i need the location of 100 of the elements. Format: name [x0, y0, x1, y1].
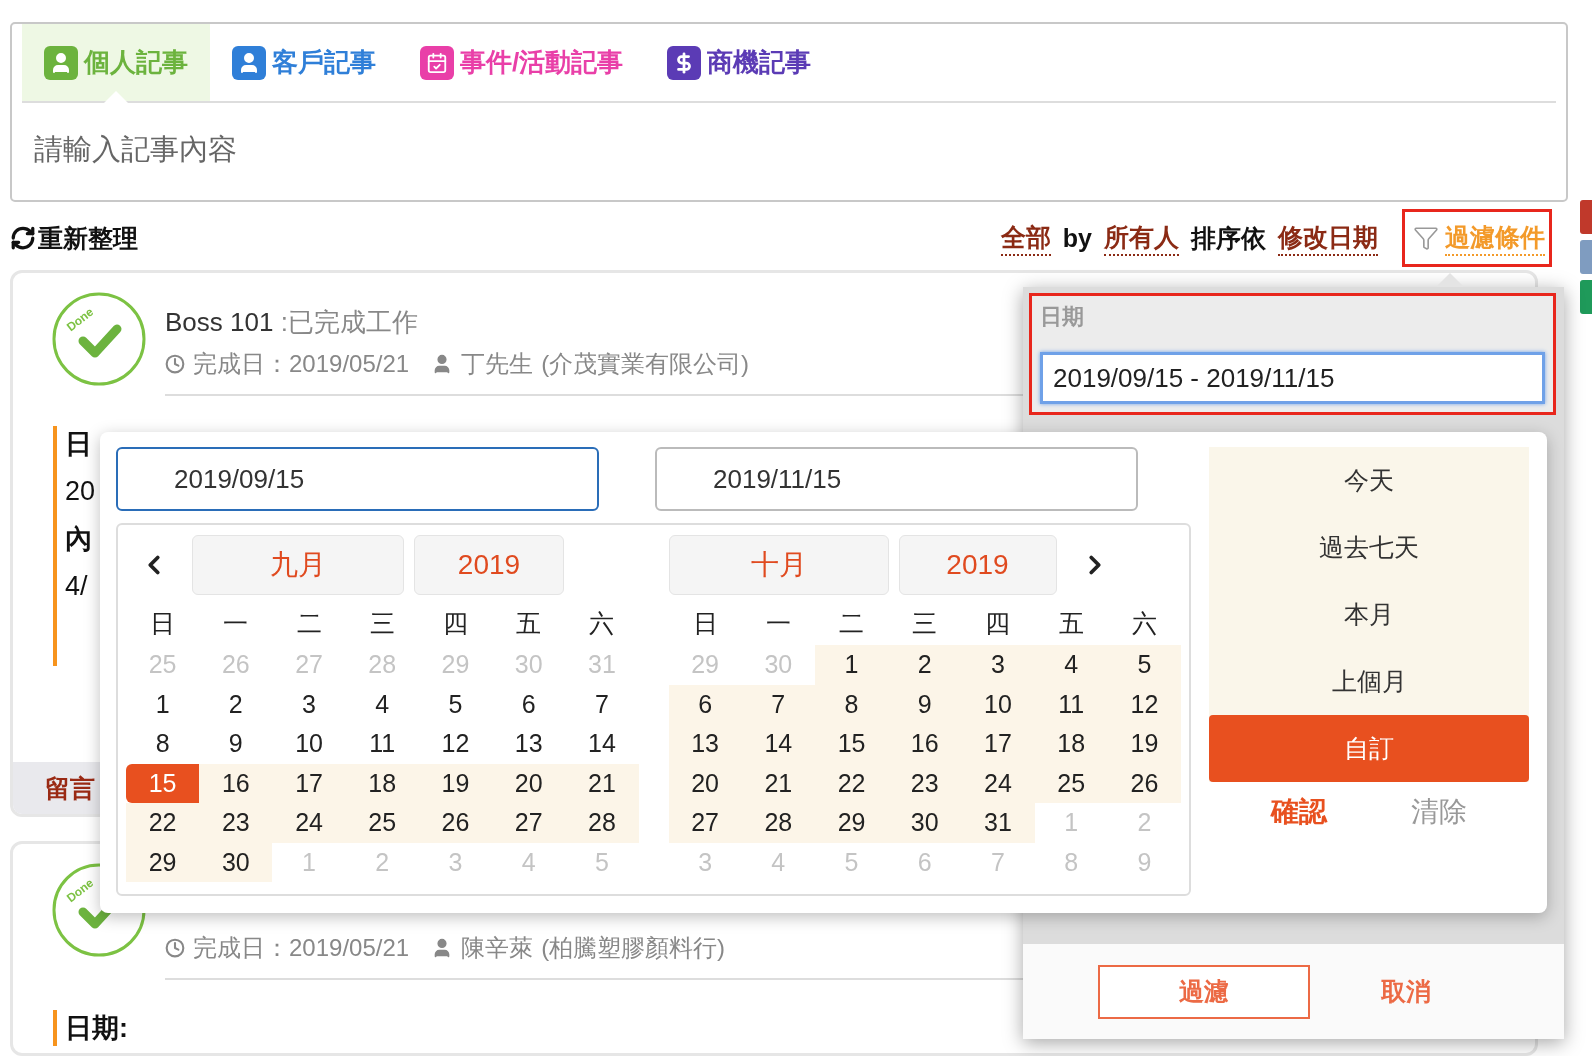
weekday-header: 三	[368, 607, 396, 639]
field-label: 日	[65, 428, 92, 461]
calendar-day[interactable]: 12	[1107, 684, 1181, 724]
calendar-day[interactable]: 15	[814, 724, 889, 764]
calendar-day[interactable]: 3	[961, 645, 1035, 685]
year-select[interactable]: 2019	[898, 535, 1057, 595]
range-option[interactable]: 今天	[1209, 447, 1529, 514]
date-range-field[interactable]: 2019/09/15 - 2019/11/15	[1040, 352, 1545, 404]
tab-pointer	[104, 91, 128, 103]
calendar-day[interactable]: 5	[1107, 645, 1181, 685]
calendar-day[interactable]: 20	[492, 763, 566, 803]
calendar-day[interactable]: 14	[565, 724, 639, 764]
calendar-day[interactable]: 12	[418, 724, 493, 764]
calendar-day[interactable]: 8	[814, 684, 889, 724]
confirm-button[interactable]: 確認	[1265, 792, 1333, 832]
calendar-day[interactable]: 2	[199, 684, 273, 724]
refresh-icon	[10, 225, 36, 251]
calendar-day[interactable]: 19	[1107, 724, 1181, 764]
calendar-day[interactable]: 1	[126, 684, 200, 724]
calendar-day[interactable]: 17	[961, 724, 1035, 764]
comment-link[interactable]: 留言	[45, 771, 95, 805]
calendar-day[interactable]: 23	[888, 763, 962, 803]
weekday-header: 一	[222, 607, 250, 639]
calendar-day[interactable]: 15	[126, 763, 200, 803]
calendar-day[interactable]: 22	[126, 803, 200, 843]
month-select[interactable]: 十月	[668, 535, 889, 595]
field-label: 內	[65, 523, 92, 556]
note-input[interactable]: 請輸入記事內容	[22, 133, 1556, 166]
calendar-day[interactable]: 30	[888, 803, 962, 843]
calendar-day[interactable]: 25	[1034, 763, 1108, 803]
calendar-day[interactable]: 21	[741, 763, 815, 803]
calendar-day[interactable]: 8	[126, 724, 200, 764]
calendar-day[interactable]: 6	[492, 684, 566, 724]
refresh-button[interactable]: 重新整理	[10, 221, 138, 255]
calendar-day[interactable]: 4	[345, 684, 419, 724]
calendar-day[interactable]: 29	[814, 803, 889, 843]
filter-summary-link[interactable]: 全部	[1000, 220, 1051, 256]
calendar-day[interactable]: 28	[741, 803, 815, 843]
start-date-field[interactable]: 2019/09/15	[116, 447, 599, 511]
filter-summary-link[interactable]: 所有人	[1104, 220, 1179, 256]
side-tab[interactable]	[1580, 280, 1592, 314]
note-type-tab[interactable]: 客戶記事	[210, 24, 398, 101]
note-type-tab[interactable]: 事件/活動記事	[398, 24, 646, 101]
calendar-day[interactable]: 4	[1034, 645, 1108, 685]
calendar-day[interactable]: 27	[492, 803, 566, 843]
weekday-header: 三	[911, 607, 939, 639]
calendar-day[interactable]: 24	[961, 763, 1035, 803]
year-select[interactable]: 2019	[414, 535, 564, 595]
calendar-day[interactable]: 9	[888, 684, 962, 724]
calendar-day[interactable]: 13	[492, 724, 566, 764]
calendar-day[interactable]: 25	[345, 803, 419, 843]
calendar-day[interactable]: 5	[418, 684, 493, 724]
calendar-day[interactable]: 20	[668, 763, 742, 803]
month-select[interactable]: 九月	[192, 535, 404, 595]
calendar-day[interactable]: 13	[668, 724, 742, 764]
calendar-day[interactable]: 23	[199, 803, 273, 843]
calendar-day[interactable]: 11	[345, 724, 419, 764]
calendar-day[interactable]: 10	[272, 724, 346, 764]
calendar-day[interactable]: 7	[741, 684, 815, 724]
calendar-day[interactable]: 26	[418, 803, 493, 843]
calendar-day[interactable]: 19	[418, 763, 493, 803]
calendar-day[interactable]: 30	[199, 842, 273, 882]
calendar-day[interactable]: 3	[272, 684, 346, 724]
calendar-day[interactable]: 24	[272, 803, 346, 843]
field-value: 4/	[65, 571, 88, 602]
weekday-header: 二	[838, 607, 866, 639]
calendar-day[interactable]: 14	[741, 724, 815, 764]
note-type-tab[interactable]: 商機記事	[645, 24, 834, 101]
calendar-day[interactable]: 1	[814, 645, 889, 685]
side-tab[interactable]	[1580, 200, 1592, 234]
calendar-day[interactable]: 16	[888, 724, 962, 764]
end-date-field[interactable]: 2019/11/15	[655, 447, 1138, 511]
field-label: 日期:	[65, 1012, 128, 1045]
side-tab[interactable]	[1580, 240, 1592, 274]
calendar-day[interactable]: 26	[1107, 763, 1181, 803]
filter-summary-link[interactable]: 修改日期	[1278, 220, 1378, 256]
range-option[interactable]: 上個月	[1209, 648, 1529, 715]
calendar-day[interactable]: 10	[961, 684, 1035, 724]
weekday-header: 二	[295, 607, 323, 639]
calendar-day[interactable]: 11	[1034, 684, 1108, 724]
calendar-day[interactable]: 9	[199, 724, 273, 764]
calendar-day[interactable]: 18	[1034, 724, 1108, 764]
calendar-day[interactable]: 2	[888, 645, 962, 685]
weekday-header: 一	[764, 607, 792, 639]
range-option[interactable]: 過去七天	[1209, 514, 1529, 581]
calendar-day[interactable]: 6	[668, 684, 742, 724]
calendar-day[interactable]: 17	[272, 763, 346, 803]
calendar-day[interactable]: 28	[565, 803, 639, 843]
calendar-day[interactable]: 31	[961, 803, 1035, 843]
calendar-icon	[426, 51, 448, 74]
calendar-day[interactable]: 16	[199, 763, 273, 803]
calendar-day[interactable]: 27	[668, 803, 742, 843]
calendar-day[interactable]: 21	[565, 763, 639, 803]
calendar-day[interactable]: 22	[814, 763, 889, 803]
calendar-day[interactable]: 7	[565, 684, 639, 724]
range-option[interactable]: 本月	[1209, 581, 1529, 648]
range-option[interactable]: 自訂	[1209, 715, 1529, 782]
company-name: (柏騰塑膠顏料行)	[541, 933, 726, 963]
calendar-day[interactable]: 18	[345, 763, 419, 803]
calendar-day[interactable]: 29	[126, 842, 200, 882]
